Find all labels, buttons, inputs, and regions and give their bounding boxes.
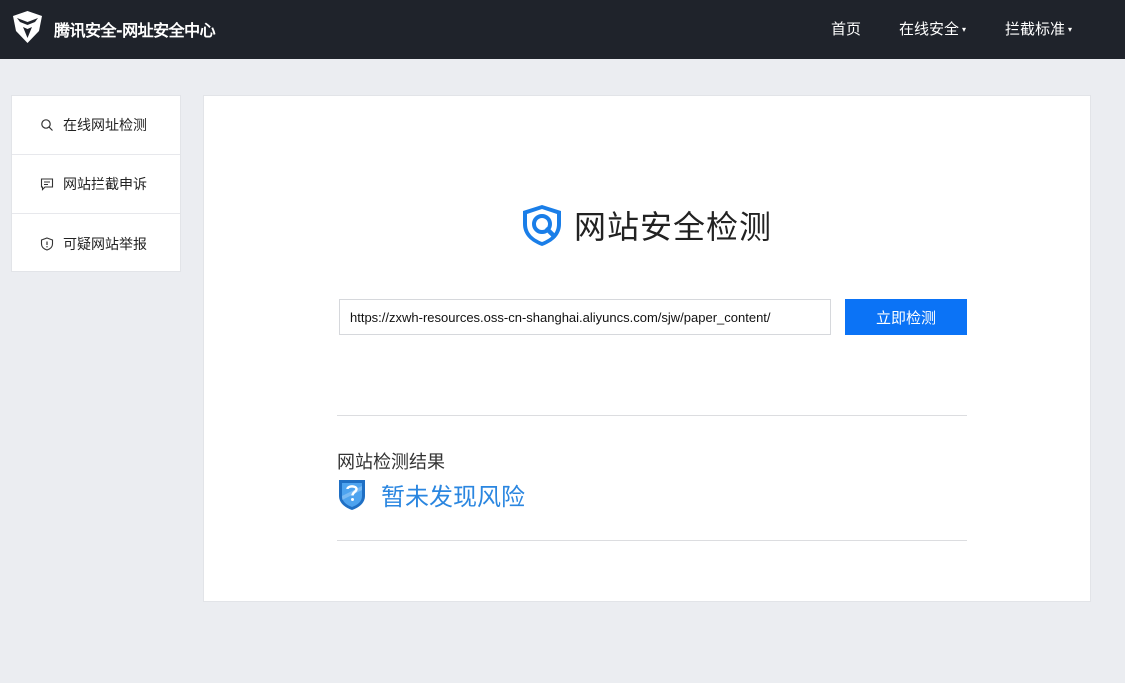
brand[interactable]: 腾讯安全-网址安全中心 bbox=[11, 10, 216, 44]
site-title: 腾讯安全-网址安全中心 bbox=[54, 21, 216, 40]
sidebar: 在线网址检测 网站拦截申诉 可疑网站举报 bbox=[11, 95, 181, 272]
sidebar-item-appeal[interactable]: 网站拦截申诉 bbox=[12, 155, 180, 214]
sidebar-item-report[interactable]: 可疑网站举报 bbox=[12, 214, 180, 273]
sidebar-item-url-check[interactable]: 在线网址检测 bbox=[12, 96, 180, 155]
shield-question-icon bbox=[339, 480, 365, 510]
url-input[interactable] bbox=[339, 299, 831, 335]
main-panel: 网站安全检测 立即检测 网站检测结果 暂未发现风险 bbox=[203, 95, 1091, 602]
shield-alert-icon bbox=[40, 236, 54, 251]
result-heading: 网站检测结果 bbox=[337, 452, 445, 473]
sidebar-item-label: 在线网址检测 bbox=[63, 118, 147, 134]
sidebar-item-label: 可疑网站举报 bbox=[63, 236, 147, 253]
divider bbox=[337, 540, 967, 541]
tencent-security-logo bbox=[13, 11, 42, 43]
top-navigation-bar: 腾讯安全-网址安全中心 首页 在线安全 ▾ 拦截标准 ▾ bbox=[0, 0, 1125, 59]
nav-block-standard-label: 拦截标准 bbox=[1005, 20, 1066, 38]
nav-block-standard[interactable]: 拦截标准 ▾ bbox=[1005, 18, 1072, 39]
nav-online-security-label: 在线安全 bbox=[899, 20, 960, 38]
page-title: 网站安全检测 bbox=[574, 208, 773, 246]
caret-down-icon: ▾ bbox=[962, 25, 967, 34]
shield-search-icon bbox=[523, 205, 561, 246]
nav-home[interactable]: 首页 bbox=[831, 18, 861, 39]
nav-home-label: 首页 bbox=[831, 20, 862, 38]
nav-online-security[interactable]: 在线安全 ▾ bbox=[899, 18, 966, 39]
result-text: 暂未发现风险 bbox=[381, 483, 525, 511]
chat-icon bbox=[40, 177, 54, 191]
caret-down-icon: ▾ bbox=[1068, 25, 1073, 34]
result-status: 暂未发现风险 bbox=[337, 477, 525, 512]
divider bbox=[337, 415, 967, 416]
check-now-button[interactable]: 立即检测 bbox=[845, 299, 967, 335]
search-icon bbox=[40, 118, 54, 132]
page-heading: 网站安全检测 bbox=[520, 202, 772, 248]
sidebar-item-label: 网站拦截申诉 bbox=[63, 177, 147, 193]
